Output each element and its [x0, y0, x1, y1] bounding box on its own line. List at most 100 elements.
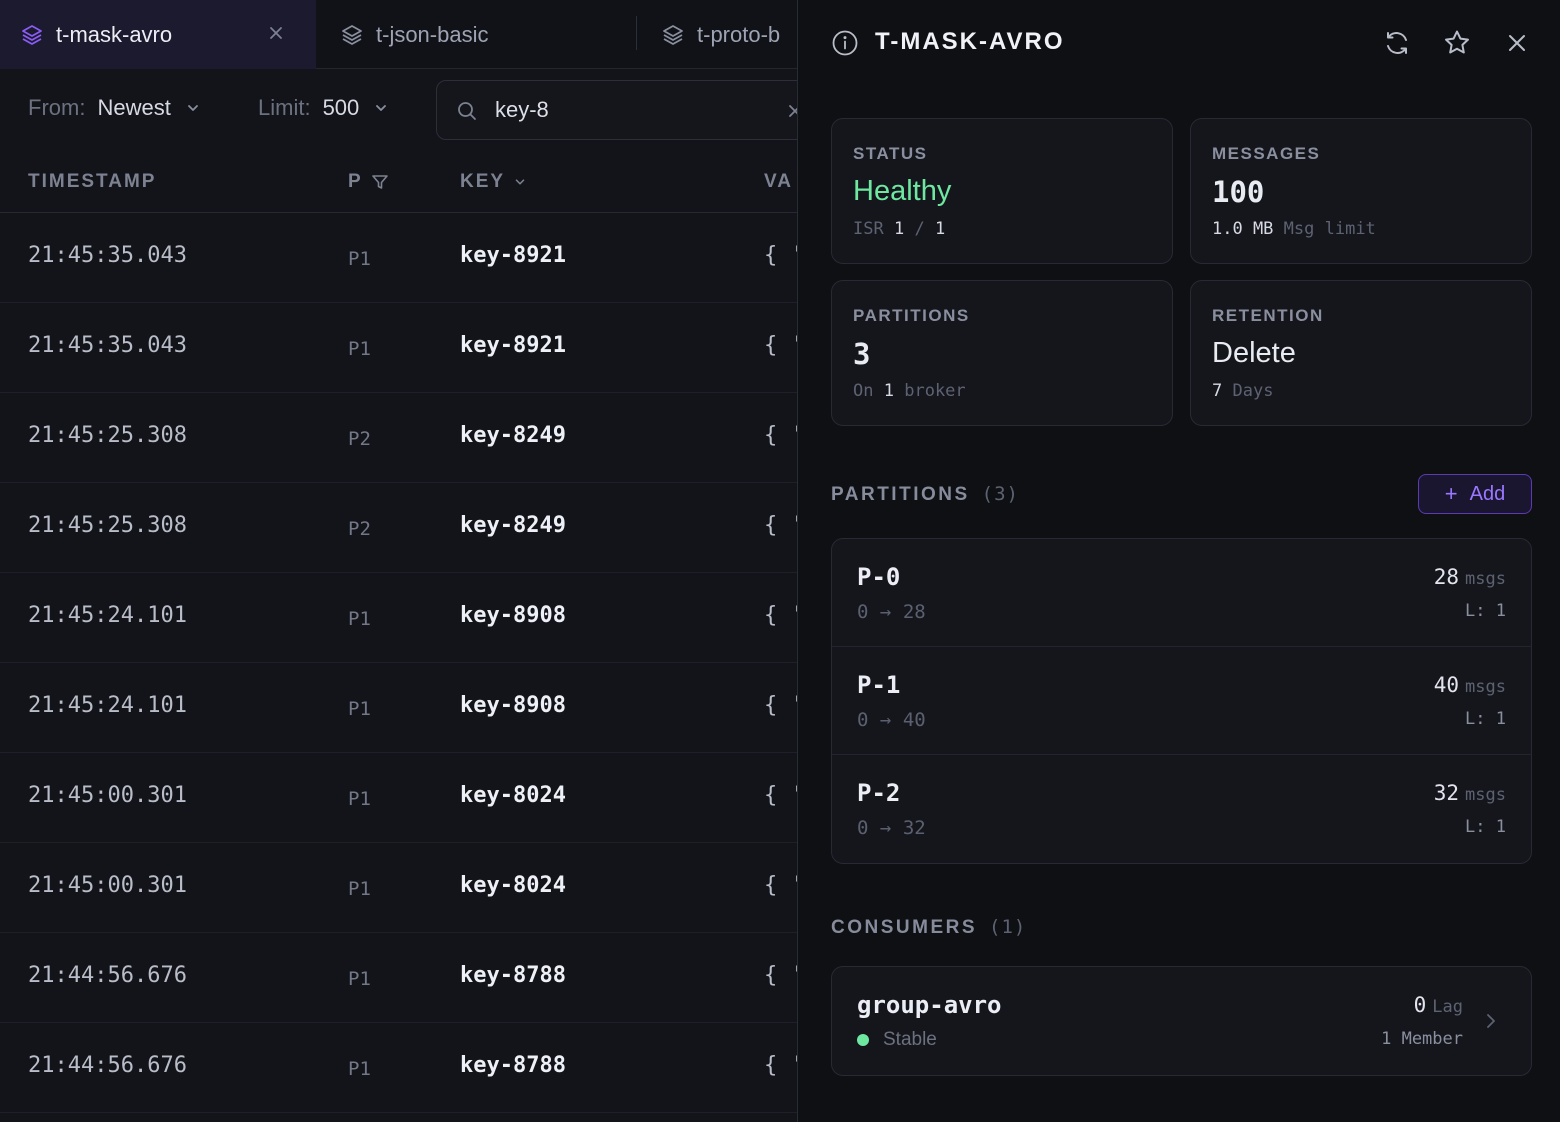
row-value: { ': [764, 873, 797, 898]
column-timestamp[interactable]: TIMESTAMP: [28, 171, 156, 193]
close-icon[interactable]: [785, 101, 797, 121]
add-partition-button[interactable]: + Add: [1418, 474, 1532, 514]
row-timestamp: 21:45:25.308: [28, 423, 187, 448]
consumer-group-item[interactable]: group-avro Stable 0 Lag 1 Member: [831, 966, 1532, 1076]
table-row[interactable]: 21:45:00.301 P1 key-8024 { ': [0, 843, 797, 933]
partitions-count: 3: [853, 337, 871, 371]
layers-icon: [663, 24, 683, 45]
row-partition: P1: [348, 968, 371, 990]
row-value: { ': [764, 423, 797, 448]
filter-icon[interactable]: [371, 173, 389, 191]
row-timestamp: 21:44:56.676: [28, 963, 187, 988]
limit-value: 500: [322, 95, 360, 120]
table-header: TIMESTAMP P KEY VA: [0, 151, 797, 213]
tab-t-json-basic[interactable]: t-json-basic: [316, 0, 636, 69]
tab-label: t-mask-avro: [56, 21, 173, 47]
row-partition: P2: [348, 518, 371, 540]
column-value[interactable]: VA: [764, 171, 793, 193]
table-row[interactable]: 21:45:24.101 P1 key-8908 { ': [0, 573, 797, 663]
partitions-section-title: PARTITIONS (3): [831, 483, 1019, 505]
row-value: { ': [764, 1053, 797, 1078]
plus-icon: +: [1444, 481, 1458, 506]
partition-offset-range: 0 → 28: [857, 601, 926, 623]
partitions-card: PARTITIONS 3 On 1 broker: [831, 280, 1173, 426]
row-key: key-8024: [460, 783, 566, 808]
row-partition: P1: [348, 878, 371, 900]
partition-leader: L: 1: [1465, 817, 1506, 837]
favorite-button[interactable]: [1440, 26, 1474, 60]
column-key[interactable]: KEY: [460, 171, 527, 193]
row-value: { ': [764, 783, 797, 808]
row-value: { ': [764, 513, 797, 538]
row-timestamp: 21:45:25.308: [28, 513, 187, 538]
close-icon: [1509, 35, 1525, 51]
chevron-right-icon: [1487, 1014, 1495, 1028]
filter-bar: From: Newest Limit: 500: [0, 69, 797, 151]
from-select[interactable]: From: Newest: [28, 95, 201, 121]
row-timestamp: 21:45:35.043: [28, 243, 187, 268]
tab-label: t-json-basic: [376, 21, 489, 47]
row-key: key-8788: [460, 1053, 566, 1078]
partition-item[interactable]: P-2 0 → 32 32 msgs L: 1: [832, 755, 1531, 863]
star-icon: [1445, 30, 1469, 54]
row-key: key-8249: [460, 513, 566, 538]
row-partition: P1: [348, 1058, 371, 1080]
partition-name: P-1: [857, 671, 901, 699]
messages-card: MESSAGES 100 1.0 MB Msg limit: [1190, 118, 1532, 264]
panel-title: T-MASK-AVRO: [875, 28, 1065, 55]
table-row[interactable]: 21:45:25.308 P2 key-8249 { ': [0, 483, 797, 573]
row-partition: P1: [348, 248, 371, 270]
row-timestamp: 21:45:35.043: [28, 333, 187, 358]
table-row[interactable]: 21:45:35.043 P1 key-8921 { ': [0, 213, 797, 303]
consumer-members: 1 Member: [1381, 1029, 1463, 1049]
table-row[interactable]: 21:44:56.676 P1 key-8788 { ': [0, 1023, 797, 1113]
refresh-icon: [1387, 32, 1407, 54]
row-key: key-8024: [460, 873, 566, 898]
message-size-info: 1.0 MB Msg limit: [1212, 219, 1376, 239]
topic-details-panel: T-MASK-AVRO STATUS Healthy ISR 1 / 1 MES…: [797, 0, 1560, 1122]
messages-label: MESSAGES: [1212, 144, 1321, 163]
table-row[interactable]: 21:45:25.308 P2 key-8249 { ': [0, 393, 797, 483]
row-partition: P1: [348, 608, 371, 630]
limit-select[interactable]: Limit: 500: [258, 95, 389, 121]
chevron-down-icon[interactable]: [513, 175, 527, 189]
consumer-group-state: Stable: [857, 1029, 937, 1051]
table-row[interactable]: 21:45:35.043 P1 key-8921 { ': [0, 303, 797, 393]
partition-item[interactable]: P-0 0 → 28 28 msgs L: 1: [832, 539, 1531, 647]
broker-info: On 1 broker: [853, 381, 966, 401]
partition-message-count: 40 msgs: [1433, 673, 1506, 697]
partitions-card-label: PARTITIONS: [853, 306, 970, 325]
tab-t-proto[interactable]: t-proto-b: [637, 0, 797, 69]
partition-message-count: 32 msgs: [1433, 781, 1506, 805]
partition-name: P-0: [857, 563, 901, 591]
row-value: { ': [764, 333, 797, 358]
status-label: STATUS: [853, 144, 928, 163]
table-row[interactable]: 21:44:56.676 P1 key-8788 { ': [0, 933, 797, 1023]
row-timestamp: 21:45:24.101: [28, 603, 187, 628]
row-partition: P1: [348, 698, 371, 720]
partition-message-count: 28 msgs: [1433, 565, 1506, 589]
table-row[interactable]: 21:45:00.301 P1 key-8024 { ': [0, 753, 797, 843]
row-key: key-8908: [460, 693, 566, 718]
tab-t-mask-avro[interactable]: t-mask-avro: [0, 0, 316, 69]
search-box: [436, 80, 797, 140]
row-key: key-8921: [460, 333, 566, 358]
search-input[interactable]: [495, 93, 775, 127]
partition-leader: L: 1: [1465, 601, 1506, 621]
partition-leader: L: 1: [1465, 709, 1506, 729]
refresh-button[interactable]: [1380, 26, 1414, 60]
retention-value: Delete: [1212, 337, 1296, 369]
row-partition: P1: [348, 338, 371, 360]
partition-item[interactable]: P-1 0 → 40 40 msgs L: 1: [832, 647, 1531, 755]
consumer-group-name: group-avro: [857, 991, 1002, 1019]
row-timestamp: 21:45:24.101: [28, 693, 187, 718]
close-icon[interactable]: [266, 23, 286, 43]
topic-tabbar: t-mask-avro t-json-basic t-proto-b: [0, 0, 797, 69]
row-key: key-8921: [460, 243, 566, 268]
row-key: key-8788: [460, 963, 566, 988]
table-row[interactable]: 21:45:24.101 P1 key-8908 { ': [0, 663, 797, 753]
messages-value: 100: [1212, 175, 1265, 209]
column-partition[interactable]: P: [348, 171, 389, 193]
consumer-lag: 0 Lag: [1413, 993, 1463, 1017]
close-panel-button[interactable]: [1500, 26, 1534, 60]
